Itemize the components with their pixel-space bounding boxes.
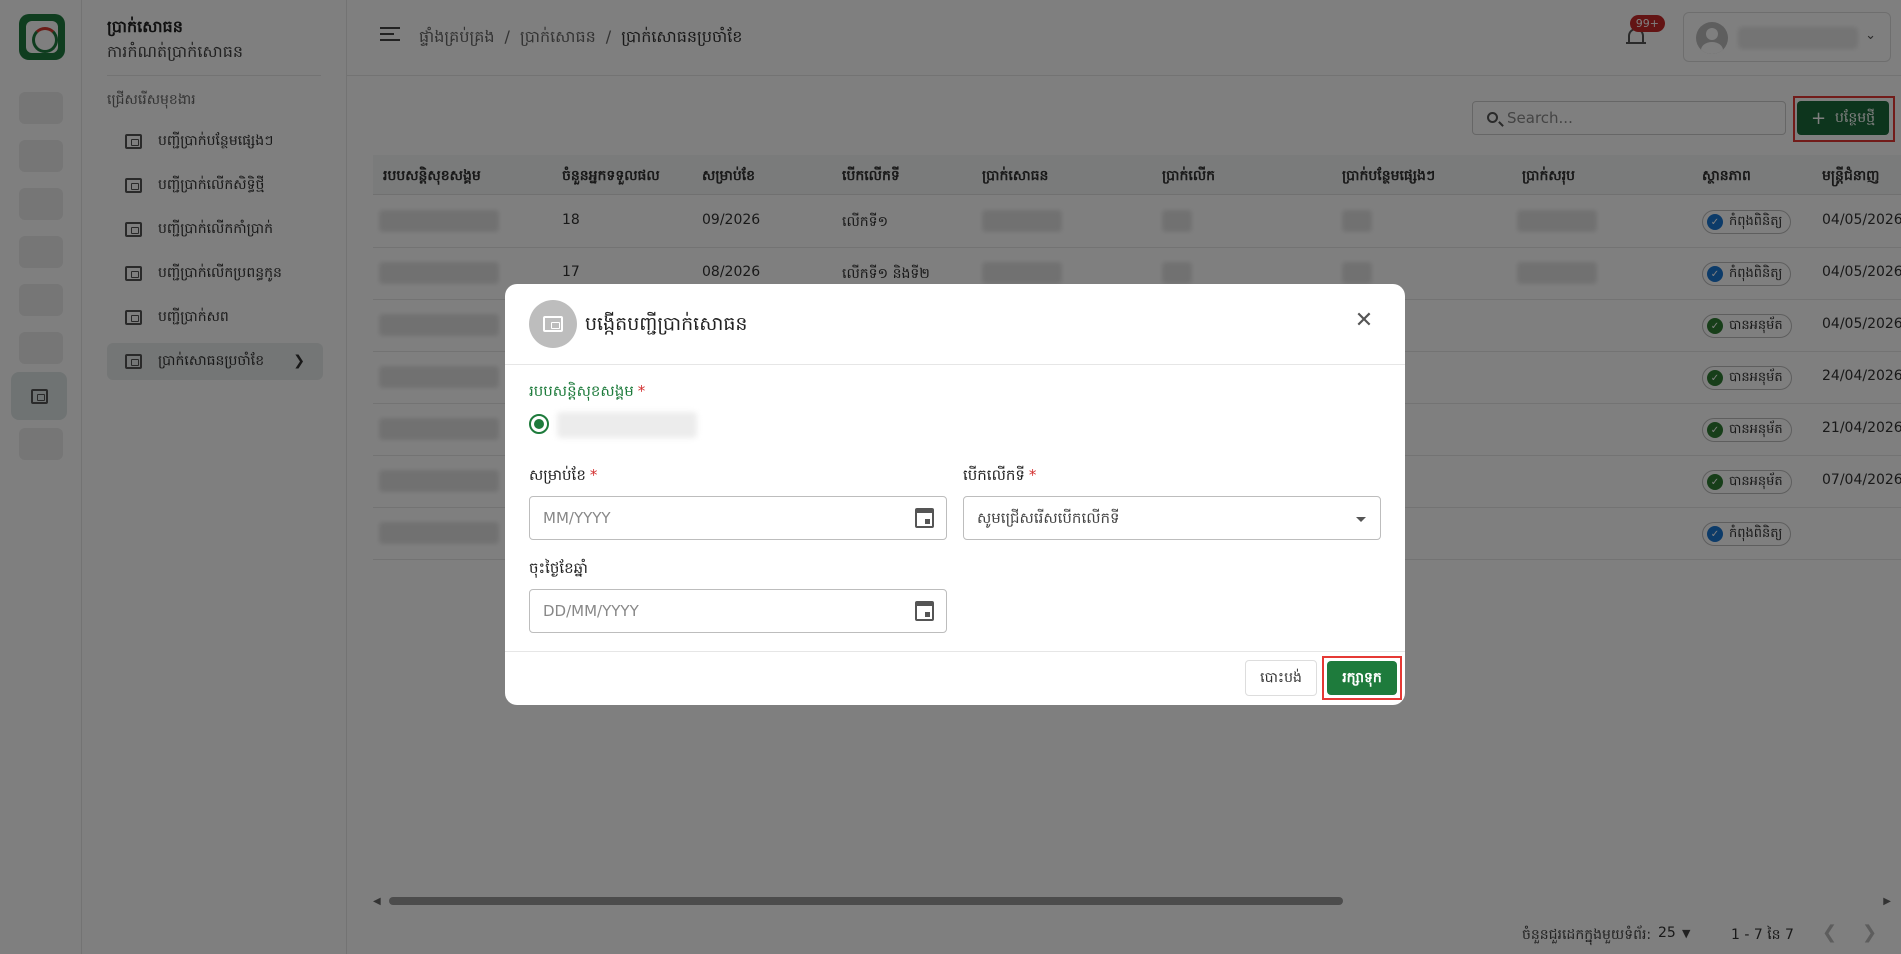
date-field (529, 589, 947, 633)
month-label-text: សម្រាប់ខែ (529, 466, 586, 484)
save-button[interactable]: រក្សាទុក (1327, 661, 1397, 695)
date-label: ចុះថ្ងៃខែឆ្នាំ (529, 559, 588, 577)
dialog-divider (505, 651, 1405, 652)
round-select-placeholder: សូមជ្រើសរើសបើកលើកទី (977, 509, 1120, 527)
required-mark: * (1028, 466, 1037, 484)
scheme-option-redacted (557, 412, 697, 438)
caret-down-icon (1356, 517, 1366, 522)
required-mark: * (589, 466, 598, 484)
month-label: សម្រាប់ខែ * (529, 466, 597, 488)
calendar-icon[interactable] (915, 508, 934, 528)
month-field (529, 496, 947, 540)
dialog-divider (505, 364, 1405, 365)
dialog-title: បង្កើតបញ្ជីប្រាក់សោធន (585, 313, 748, 335)
scheme-label-text: របបសន្តិសុខសង្គម (529, 382, 634, 400)
close-icon[interactable]: ✕ (1353, 310, 1375, 332)
round-label-text: បើកលើកទី (963, 466, 1025, 484)
scheme-label: របបសន្តិសុខសង្គម * (529, 382, 645, 404)
cancel-button[interactable]: បោះបង់ (1245, 660, 1317, 696)
wallet-icon (529, 300, 577, 348)
round-select[interactable]: សូមជ្រើសរើសបើកលើកទី (963, 496, 1381, 540)
month-input[interactable] (543, 497, 899, 539)
calendar-icon[interactable] (915, 601, 934, 621)
scheme-radio[interactable] (529, 414, 549, 434)
create-pension-dialog: បង្កើតបញ្ជីប្រាក់សោធន ✕ របបសន្តិសុខសង្គម… (505, 284, 1405, 705)
required-mark: * (637, 382, 646, 400)
round-label: បើកលើកទី * (963, 466, 1036, 488)
date-input[interactable] (543, 590, 899, 632)
